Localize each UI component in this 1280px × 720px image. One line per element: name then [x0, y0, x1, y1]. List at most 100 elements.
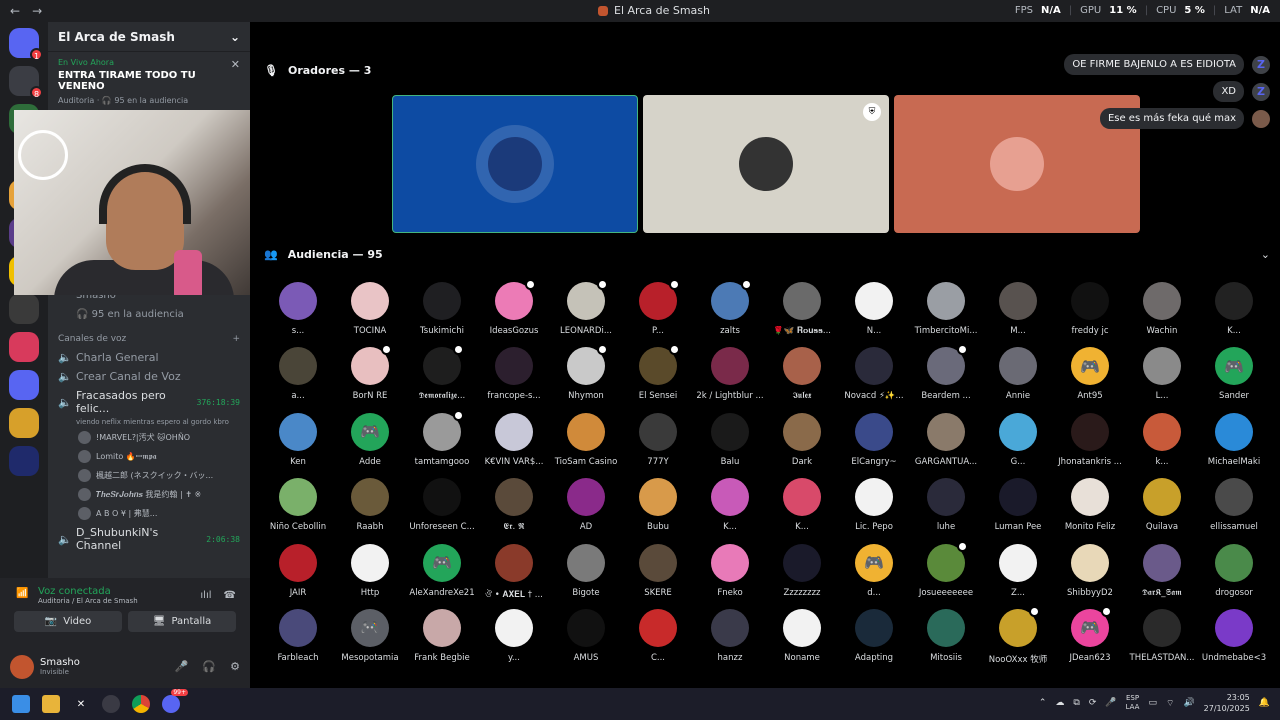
gear-icon[interactable]: ⚙ — [230, 660, 240, 673]
audience-member[interactable]: 🎮 Sander — [1198, 347, 1270, 412]
audience-member[interactable]: francope-s... — [478, 347, 550, 412]
audience-member[interactable]: ElCangry~ — [838, 412, 910, 478]
audience-member[interactable]: Frank Begbie — [406, 608, 478, 674]
audience-member[interactable]: a... — [262, 347, 334, 412]
video-button[interactable]: 📷 Video — [14, 611, 122, 632]
audience-member[interactable]: SKERE — [622, 543, 694, 609]
audience-member[interactable]: TOCINA — [334, 282, 406, 347]
user-info[interactable]: Smasho Invisible — [40, 657, 80, 676]
audience-member[interactable]: NooOXxx 牧师 — [982, 605, 1054, 674]
audience-member[interactable]: Quilava — [1126, 478, 1198, 543]
audience-member[interactable]: tamtamgooo — [406, 409, 478, 478]
server-icon[interactable] — [9, 446, 39, 476]
chevron-down-icon[interactable]: ⌄ — [1261, 248, 1270, 261]
speaker-tile[interactable] — [392, 95, 638, 233]
channel-fracasados[interactable]: 🔈 Fracasados pero felic... 376:18:39 — [48, 386, 250, 418]
audience-member[interactable]: K€VIN VAR$... — [478, 412, 550, 478]
audience-member[interactable]: Farbleach — [262, 608, 334, 674]
server-icon[interactable] — [9, 370, 39, 400]
audience-member[interactable]: K... — [694, 478, 766, 543]
audience-member[interactable]: Beardem ... — [910, 344, 982, 412]
audience-member[interactable]: luhe — [910, 478, 982, 543]
cloud-icon[interactable]: ☁ — [1055, 698, 1064, 708]
audience-member[interactable]: Dark — [766, 412, 838, 478]
audience-member[interactable]: Jhonatankris ... — [1054, 412, 1126, 478]
obs-icon[interactable] — [102, 695, 120, 713]
voice-channels-header[interactable]: Canales de voz + — [48, 324, 250, 348]
audience-member[interactable]: Monito Feliz — [1054, 478, 1126, 543]
language-indicator[interactable]: ESP LAA — [1126, 694, 1140, 712]
audience-member[interactable]: k... — [1126, 412, 1198, 478]
audience-member[interactable]: Fneko — [694, 543, 766, 609]
audience-member[interactable]: THELASTDAN... — [1126, 608, 1198, 674]
notification-icon[interactable]: 🔔 — [1259, 698, 1270, 708]
audience-member[interactable]: C... — [622, 608, 694, 674]
server-icon[interactable]: 8 — [9, 66, 43, 99]
channel-shubunkin[interactable]: 🔈 D_ShubunkiN's Channel 2:06:38 — [48, 523, 250, 555]
forward-arrow-icon[interactable]: → — [32, 4, 42, 18]
audience-member[interactable]: 🌹🦋 𝐑𝐨𝐮𝐬𝐬... — [766, 282, 838, 347]
audience-member[interactable]: s... — [262, 282, 334, 347]
server-icon[interactable] — [9, 408, 39, 438]
headphones-icon[interactable]: 🎧 — [202, 660, 216, 673]
audience-member[interactable]: El Sensei — [622, 344, 694, 412]
audience-member[interactable]: Annie — [982, 347, 1054, 412]
audience-member[interactable]: AMUS — [550, 608, 622, 674]
audience-member[interactable]: 🎮 Mesopotamia — [334, 608, 406, 674]
back-arrow-icon[interactable]: ← — [10, 4, 20, 18]
close-icon[interactable]: ✕ — [231, 58, 240, 71]
chrome-icon[interactable] — [132, 695, 150, 713]
microphone-icon[interactable]: 🎤 — [175, 660, 189, 673]
audience-member[interactable]: 🎮 Adde — [334, 412, 406, 478]
audience-member[interactable]: Josueeeeeee — [910, 540, 982, 609]
audience-member[interactable]: Bubu — [622, 478, 694, 543]
audience-member[interactable]: Unforeseen C... — [406, 478, 478, 543]
server-header[interactable]: El Arca de Smash ⌄ — [48, 22, 250, 52]
audience-member[interactable]: 2k / Lightblur ... — [694, 347, 766, 412]
live-stage-card[interactable]: En Vivo Ahora ENTRA TIRAME TODO TU VENEN… — [48, 52, 250, 111]
audience-member[interactable]: LEONARDi... — [550, 279, 622, 347]
audience-member[interactable]: Undmebabe<3 — [1198, 608, 1270, 674]
audience-member[interactable]: Tsukimichi — [406, 282, 478, 347]
audience-member[interactable]: Noname — [766, 608, 838, 674]
audience-member[interactable]: Wachin — [1126, 282, 1198, 347]
clock[interactable]: 23:05 27/10/2025 — [1204, 692, 1250, 714]
x-app-icon[interactable]: ✕ — [72, 695, 90, 713]
audience-member[interactable]: GARGANTUA... — [910, 412, 982, 478]
audience-member[interactable]: Zzzzzzzz — [766, 543, 838, 609]
windows-icon[interactable]: ⧉ — [1073, 698, 1079, 708]
audience-member[interactable]: Raabh — [334, 478, 406, 543]
audience-member[interactable]: y... — [478, 608, 550, 674]
audience-member[interactable]: 🎮 JDean623 — [1054, 605, 1126, 674]
audience-member[interactable]: AD — [550, 478, 622, 543]
audience-member[interactable]: N... — [838, 282, 910, 347]
wifi-icon[interactable]: ⌔ — [1166, 698, 1174, 709]
server-icon[interactable]: 1 — [9, 28, 43, 61]
windows-start-icon[interactable] — [12, 695, 30, 713]
volume-icon[interactable]: 🔊 — [1183, 698, 1194, 708]
audience-member[interactable]: Niño Cebollin — [262, 478, 334, 543]
audience-member[interactable]: K... — [1198, 282, 1270, 347]
audience-member[interactable]: Lic. Pepo — [838, 478, 910, 543]
audience-member[interactable]: 🎮 d... — [838, 543, 910, 609]
audience-member[interactable]: freddy jc — [1054, 282, 1126, 347]
audience-member[interactable]: Luman Pee — [982, 478, 1054, 543]
voice-member[interactable]: Lomito 🔥ꟷ𝖒𝖕𝖆 — [48, 447, 250, 466]
audience-member[interactable]: Bigote — [550, 543, 622, 609]
audience-member[interactable]: Novacd ⚡✨... — [838, 347, 910, 412]
disconnect-icon[interactable]: ☎ — [224, 590, 236, 601]
audience-member[interactable]: Adapting — [838, 608, 910, 674]
audience-member[interactable]: Mitosiis — [910, 608, 982, 674]
audience-member[interactable]: K... — [766, 478, 838, 543]
server-icon[interactable] — [9, 332, 39, 362]
screen-share-button[interactable]: 🖥 Pantalla — [128, 611, 236, 632]
audience-member[interactable]: ellissamuel — [1198, 478, 1270, 543]
audience-member[interactable]: 🎮 AleXandreXe21 — [406, 543, 478, 609]
speaker-tile[interactable]: ⛨ — [643, 95, 889, 233]
audience-member[interactable]: 777Y — [622, 412, 694, 478]
file-explorer-icon[interactable] — [42, 695, 60, 713]
audience-member[interactable]: MichaelMaki — [1198, 412, 1270, 478]
audience-member[interactable]: 𝕯𝖊𝖒𝖔𝖗𝖆𝖑𝖎𝖟𝖊... — [406, 344, 478, 412]
voice-member[interactable]: !MARVEL?|汚犬 🐱OHÑO — [48, 428, 250, 447]
plus-icon[interactable]: + — [232, 334, 240, 344]
